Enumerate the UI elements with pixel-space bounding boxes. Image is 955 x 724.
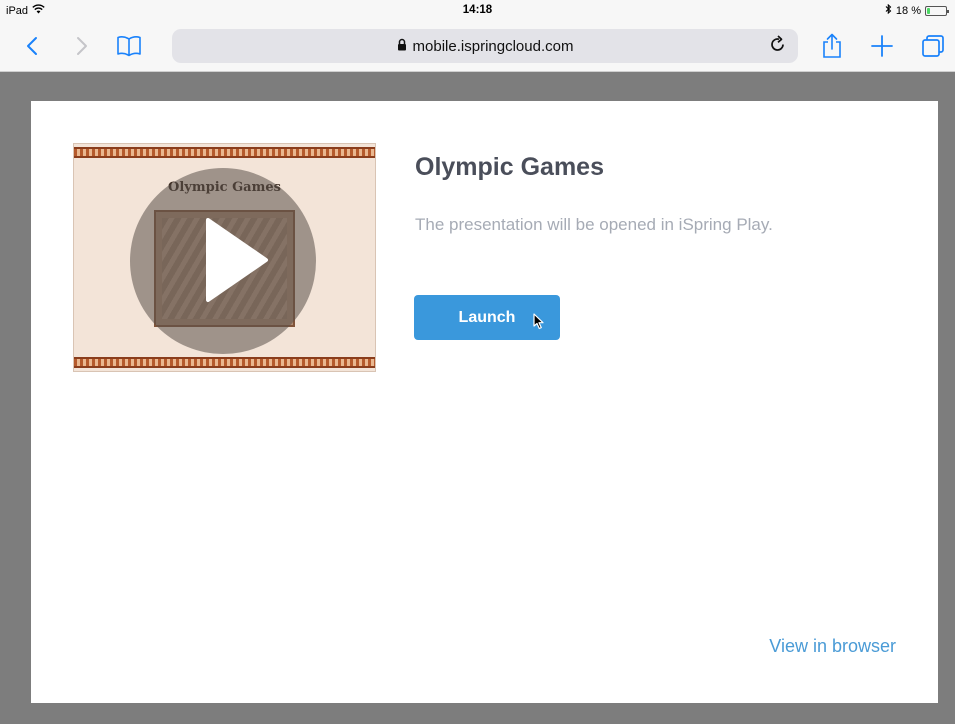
battery-level xyxy=(927,7,930,14)
reload-icon[interactable] xyxy=(770,35,786,57)
bluetooth-icon xyxy=(885,3,892,17)
battery-percent: 18 % xyxy=(895,4,921,17)
battery-icon xyxy=(925,5,949,16)
presentation-thumbnail[interactable]: Olympic Games xyxy=(73,143,376,372)
mouse-cursor-icon xyxy=(533,313,545,335)
forward-icon[interactable] xyxy=(72,32,92,60)
decorative-border-bottom xyxy=(74,357,375,368)
url-text: mobile.ispringcloud.com xyxy=(412,37,574,55)
status-right: 18 % xyxy=(885,3,949,17)
status-bar: iPad 14:18 18 % xyxy=(0,0,955,22)
new-tab-icon[interactable] xyxy=(870,32,894,60)
bookmarks-icon[interactable] xyxy=(114,32,144,60)
browser-toolbar: mobile.ispringcloud.com xyxy=(0,22,955,72)
address-bar[interactable]: mobile.ispringcloud.com xyxy=(172,29,798,63)
open-info-text: The presentation will be opened in iSpri… xyxy=(415,215,773,234)
status-time: 14:18 xyxy=(462,4,493,16)
play-icon[interactable] xyxy=(204,216,270,309)
presentation-title: Olympic Games xyxy=(415,153,604,181)
back-icon[interactable] xyxy=(22,32,42,60)
view-in-browser-link[interactable]: View in browser xyxy=(769,636,896,657)
content-card: Olympic Games Olympic Games The presenta… xyxy=(31,101,938,703)
lock-icon xyxy=(397,38,407,55)
decorative-border-top xyxy=(74,147,375,158)
tabs-icon[interactable] xyxy=(920,32,946,60)
share-icon[interactable] xyxy=(820,32,844,60)
